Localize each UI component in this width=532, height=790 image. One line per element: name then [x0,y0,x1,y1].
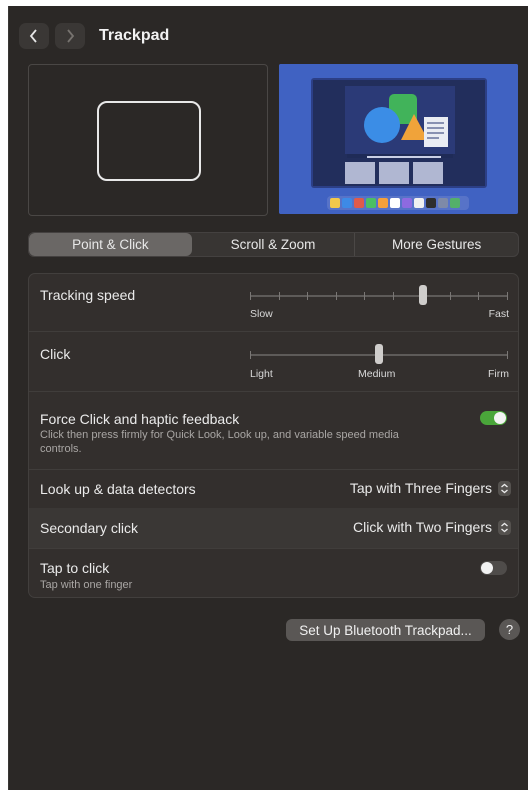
slider-tick [478,292,479,300]
force-click-toggle[interactable] [480,411,507,425]
forward-button[interactable] [55,23,85,49]
secondary-click-popup[interactable]: Click with Two Fingers [353,519,511,535]
forward-chevron-icon [67,29,75,43]
gesture-preview-image [279,64,518,214]
slider-tick [250,351,251,359]
slider-tick [336,292,337,300]
header: Trackpad [19,21,169,51]
look-up-value: Tap with Three Fingers [349,480,492,496]
help-icon[interactable]: ? [499,619,520,640]
fast-label: Fast [488,308,509,320]
settings-group: Tracking speed Slow Fast Click Light Med… [28,273,519,598]
slider-tick [364,292,365,300]
page-title: Trackpad [99,27,170,44]
force-click-row: Force Click and haptic feedback Click th… [29,391,518,470]
toggle-knob [481,562,493,574]
force-click-description: Click then press firmly for Quick Look, … [40,429,399,455]
medium-label: Medium [358,368,396,380]
toggle-knob [494,412,506,424]
look-up-popup[interactable]: Tap with Three Fingers [350,480,511,496]
slider-tick [507,351,508,359]
slider-tick [307,292,308,300]
look-up-row: Look up & data detectors Tap with Three … [29,469,518,509]
secondary-click-value: Click with Two Fingers [352,519,492,535]
desktop-illustration [279,64,518,214]
slider-tick [250,292,251,300]
secondary-click-label: Secondary click [40,520,139,536]
click-firmness-slider[interactable] [250,344,508,364]
tap-to-click-toggle[interactable] [480,561,507,575]
tab-scroll-zoom[interactable]: Scroll & Zoom [192,233,355,256]
slider-thumb[interactable] [375,344,383,364]
back-chevron-icon [29,29,37,43]
look-up-label: Look up & data detectors [40,481,196,497]
slider-tick [279,292,280,300]
tap-to-click-row: Tap to click Tap with one finger [29,548,518,597]
back-button[interactable] [19,23,49,49]
tab-bar: Point & Click Scroll & Zoom More Gesture… [28,232,519,257]
force-click-label: Force Click and haptic feedback [40,411,240,427]
tap-to-click-label: Tap to click [40,560,110,576]
slider-tick [507,292,508,300]
light-label: Light [250,368,273,380]
settings-window: Trackpad Point & Click Scroll & Zoom Mor… [8,6,528,790]
tab-more-gestures[interactable]: More Gestures [354,233,518,256]
slow-label: Slow [250,308,273,320]
click-row: Click Light Medium Firm [29,331,518,392]
trackpad-outline [97,101,201,181]
secondary-click-row: Secondary click Click with Two Fingers [29,508,518,549]
tab-point-click[interactable]: Point & Click [29,233,192,256]
tap-to-click-description: Tap with one finger [40,579,133,591]
slider-tick [393,292,394,300]
up-down-chevron-icon [498,519,511,535]
slider-thumb[interactable] [419,285,427,305]
trackpad-preview [28,64,268,216]
tracking-speed-label: Tracking speed [40,287,136,303]
up-down-chevron-icon [498,480,511,496]
click-label: Click [40,346,71,362]
tracking-speed-row: Tracking speed Slow Fast [29,274,518,332]
slider-track [250,295,508,297]
slider-tick [450,292,451,300]
setup-bluetooth-trackpad-button[interactable]: Set Up Bluetooth Trackpad... [286,619,485,641]
firm-label: Firm [488,368,509,380]
tracking-speed-slider[interactable] [250,285,508,305]
